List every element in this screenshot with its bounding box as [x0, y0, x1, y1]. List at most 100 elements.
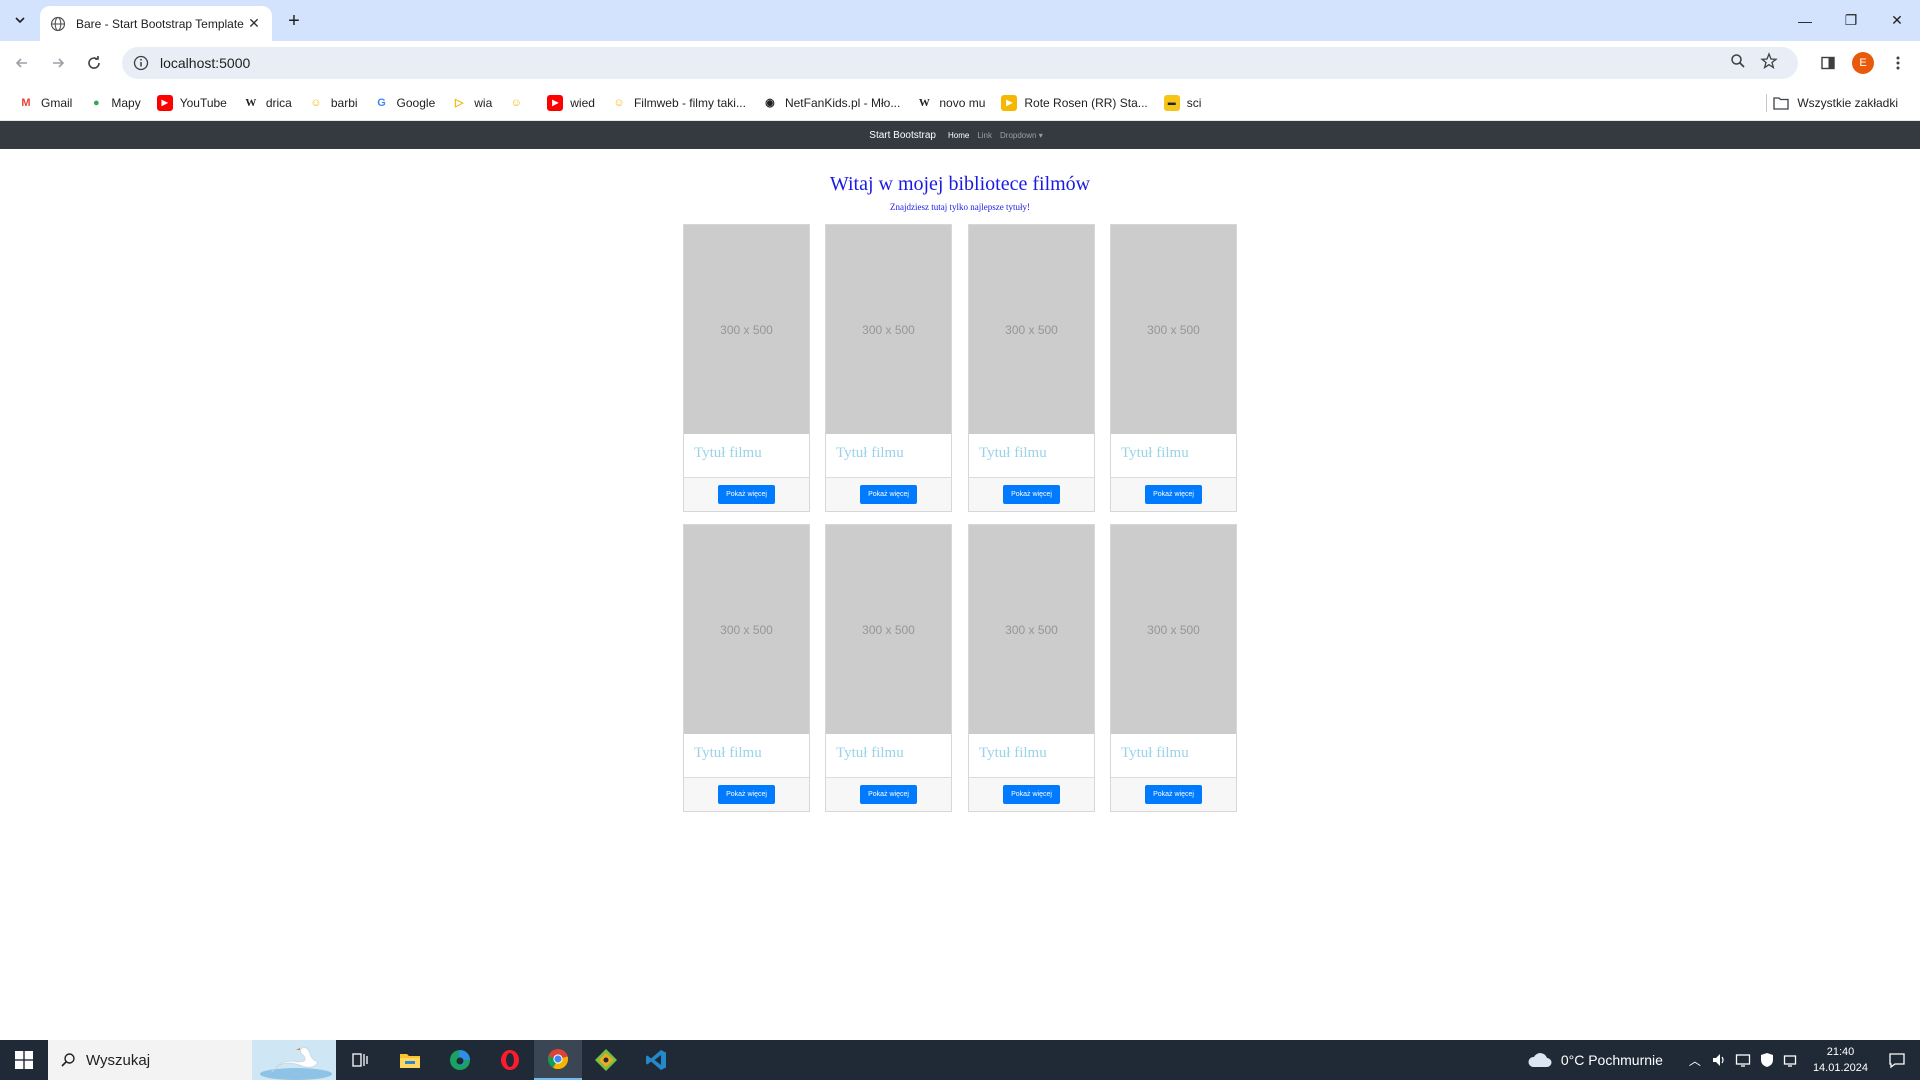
nav-link-dropdown[interactable]: Dropdown ▾ [1000, 131, 1043, 140]
taskbar-search[interactable]: Wyszukaj [48, 1040, 336, 1080]
monitor-icon[interactable] [1735, 1052, 1751, 1068]
show-more-button[interactable]: Pokaż więcej [860, 785, 917, 804]
nav-link-home[interactable]: Home [948, 131, 969, 140]
folder-icon [400, 1054, 420, 1068]
gmail-icon: M [21, 96, 31, 109]
navbar-brand[interactable]: Start Bootstrap [869, 130, 936, 141]
imdb-icon: ▬ [1163, 94, 1180, 111]
nav-link-link[interactable]: Link [977, 131, 992, 140]
taskbar-chrome[interactable] [534, 1040, 582, 1080]
start-button[interactable] [0, 1040, 48, 1080]
swan-search-highlight-icon [252, 1040, 336, 1080]
vscode-icon [646, 1050, 666, 1070]
show-more-button[interactable]: Pokaż więcej [1003, 485, 1060, 504]
card-footer: Pokaż więcej [969, 477, 1094, 511]
new-tab-button[interactable]: + [282, 9, 306, 33]
movie-poster-placeholder: 300 x 500 [969, 225, 1094, 434]
show-more-button[interactable]: Pokaż więcej [1145, 785, 1202, 804]
chevron-up-icon[interactable]: ︿ [1689, 1052, 1701, 1069]
wikipedia-icon: W [918, 96, 930, 109]
bookmark-label: novo mu [939, 95, 986, 110]
back-button[interactable] [8, 49, 36, 77]
movie-poster-placeholder: 300 x 500 [684, 225, 809, 434]
forward-button[interactable] [44, 49, 72, 77]
all-bookmarks-button[interactable]: Wszystkie zakładki [1765, 89, 1906, 117]
poster-size-text: 300 x 500 [1005, 322, 1058, 337]
bookmark-item[interactable]: M Gmail [10, 89, 80, 117]
browser-tab[interactable]: Bare - Start Bootstrap Template ✕ [40, 6, 272, 41]
more-vertical-icon [1896, 56, 1900, 70]
arrow-right-icon [53, 58, 65, 68]
minimize-button[interactable]: — [1782, 0, 1828, 41]
bookmark-item[interactable]: ● Mapy [80, 89, 148, 117]
taskbar-opera[interactable] [486, 1040, 534, 1080]
card-footer: Pokaż więcej [826, 777, 951, 811]
zoom-icon[interactable] [1730, 53, 1746, 74]
bookmark-item[interactable]: ▶ wied [539, 89, 603, 117]
all-bookmarks-label: Wszystkie zakładki [1797, 96, 1898, 110]
tab-search-button[interactable] [8, 8, 32, 32]
edge-icon [450, 1050, 470, 1070]
bookmark-star-icon[interactable] [1760, 51, 1778, 75]
close-window-button[interactable]: ✕ [1874, 0, 1920, 41]
system-tray: 0°C Pochmurnie ︿ 21:40 14.01.2024 [1527, 1040, 1920, 1080]
taskbar-vscode[interactable] [632, 1040, 680, 1080]
bookmark-item[interactable]: ▬ sci [1156, 89, 1210, 117]
show-more-button[interactable]: Pokaż więcej [718, 485, 775, 504]
bookmark-item[interactable]: ☺ Filmweb - filmy taki... [603, 89, 754, 117]
network-icon[interactable] [1783, 1052, 1799, 1068]
side-panel-button[interactable] [1814, 49, 1842, 77]
show-more-button[interactable]: Pokaż więcej [1003, 785, 1060, 804]
movie-card: 300 x 500 Tytuł filmu Pokaż więcej [825, 224, 952, 512]
taskbar-git-app[interactable] [582, 1040, 630, 1080]
address-bar[interactable]: localhost:5000 [122, 47, 1798, 79]
movie-title: Tytuł filmu [836, 445, 904, 461]
movie-title: Tytuł filmu [1121, 745, 1189, 761]
card-footer: Pokaż więcej [1111, 477, 1236, 511]
show-more-button[interactable]: Pokaż więcej [718, 785, 775, 804]
bookmark-item[interactable]: ▶ Rote Rosen (RR) Sta... [993, 89, 1155, 117]
site-info-icon[interactable] [132, 54, 150, 72]
movie-title: Tytuł filmu [979, 745, 1047, 761]
restore-button[interactable]: ❐ [1828, 0, 1874, 41]
weather-text[interactable]: 0°C Pochmurnie [1561, 1052, 1663, 1068]
bookmark-item[interactable]: ◉ NetFanKids.pl - Mło... [754, 89, 908, 117]
poster-size-text: 300 x 500 [720, 622, 773, 637]
shield-icon[interactable] [1759, 1052, 1775, 1068]
page-subtitle: Znajdziesz tutaj tylko najlepsze tytuły! [890, 202, 1030, 212]
youtube-icon: ▶ [156, 94, 173, 111]
arrow-left-icon [15, 58, 27, 68]
notification-icon[interactable] [1888, 1051, 1906, 1069]
maps-icon: ● [93, 96, 100, 109]
bookmark-label: sci [1186, 95, 1202, 110]
bookmark-item[interactable]: ☺ barbi [300, 89, 366, 117]
bookmark-item[interactable]: G Google [366, 89, 444, 117]
menu-button[interactable] [1884, 49, 1912, 77]
bookmark-item[interactable]: ☺ [500, 89, 539, 117]
bookmark-item[interactable]: ▶ YouTube [149, 89, 235, 117]
poster-size-text: 300 x 500 [1147, 322, 1200, 337]
task-view-button[interactable] [336, 1040, 384, 1080]
tab-title: Bare - Start Bootstrap Template [76, 16, 244, 31]
movie-poster-placeholder: 300 x 500 [969, 525, 1094, 734]
clock-date: 14.01.2024 [1812, 1062, 1868, 1074]
profile-button[interactable]: E [1849, 49, 1877, 77]
volume-icon[interactable] [1711, 1052, 1727, 1068]
reload-button[interactable] [80, 49, 108, 77]
taskbar-edge[interactable] [436, 1040, 484, 1080]
chrome-icon [547, 1049, 569, 1070]
bookmark-item[interactable]: Wdrica [235, 89, 300, 117]
show-more-button[interactable]: Pokaż więcej [1145, 485, 1202, 504]
bookmark-item[interactable]: ▷ wia [443, 89, 500, 117]
clock[interactable]: 21:40 14.01.2024 [1813, 1044, 1868, 1076]
play-icon: ▶ [1001, 94, 1018, 111]
poster-size-text: 300 x 500 [1005, 622, 1058, 637]
bookmark-label: Google [396, 95, 436, 110]
movie-card: 300 x 500 Tytuł filmu Pokaż więcej [1110, 224, 1237, 512]
bookmark-item[interactable]: Wnovo mu [908, 89, 993, 117]
taskbar-file-explorer[interactable] [386, 1040, 434, 1080]
show-more-button[interactable]: Pokaż więcej [860, 485, 917, 504]
close-tab-icon[interactable]: ✕ [246, 15, 262, 32]
movie-card: 300 x 500 Tytuł filmu Pokaż więcej [1110, 524, 1237, 812]
browser-tab-strip: Bare - Start Bootstrap Template ✕ + — ❐ … [0, 0, 1920, 41]
